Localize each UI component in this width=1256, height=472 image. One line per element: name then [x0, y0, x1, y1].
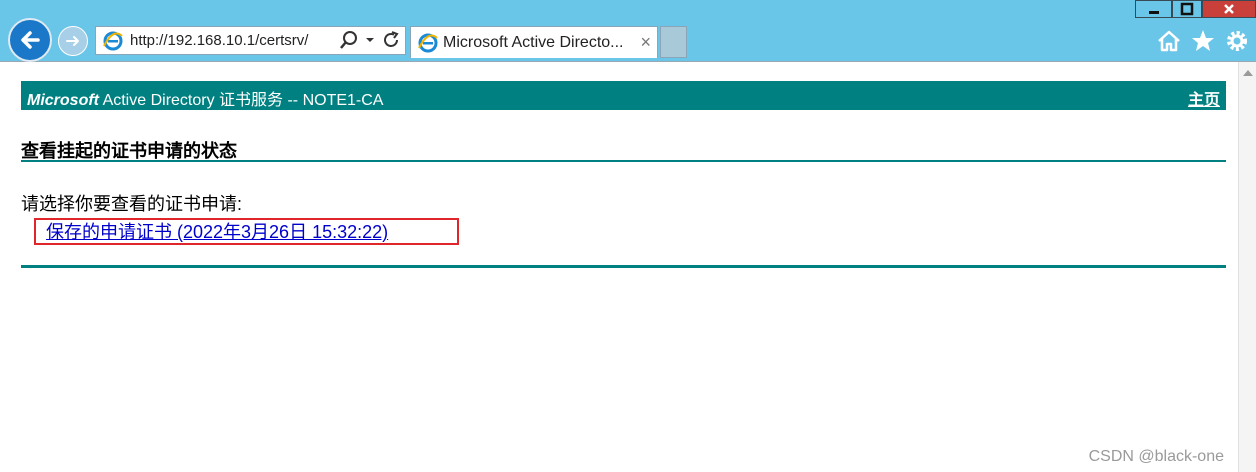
address-text[interactable]: http://192.168.10.1/certsrv/	[130, 32, 330, 49]
dropdown-icon[interactable]	[365, 30, 375, 50]
new-tab-button[interactable]	[660, 26, 687, 58]
tab-ie-logo-icon	[418, 33, 438, 53]
brand-name: Microsoft	[27, 92, 99, 109]
toolbar-actions	[1156, 28, 1250, 54]
search-icon[interactable]	[339, 30, 359, 50]
address-bar[interactable]: http://192.168.10.1/certsrv/	[95, 26, 406, 55]
highlight-annotation	[34, 218, 459, 245]
minimize-button[interactable]	[1135, 0, 1172, 18]
maximize-button[interactable]	[1172, 0, 1202, 18]
page-content: Microsoft Active Directory 证书服务 -- NOTE1…	[0, 62, 1238, 472]
vertical-scrollbar[interactable]	[1238, 62, 1256, 472]
window-controls	[1135, 0, 1256, 18]
refresh-icon[interactable]	[381, 30, 401, 50]
favorites-star-icon[interactable]	[1190, 28, 1216, 54]
header-title: Microsoft Active Directory 证书服务 -- NOTE1…	[27, 86, 383, 110]
arrow-right-icon	[66, 36, 79, 46]
selection-prompt: 请选择你要查看的证书申请:	[21, 194, 242, 214]
minimize-icon	[1148, 11, 1159, 14]
address-actions	[339, 30, 401, 50]
restore-icon	[1180, 2, 1194, 16]
home-link[interactable]: 主页	[1188, 86, 1220, 110]
title-divider	[21, 160, 1226, 162]
back-button[interactable]	[8, 18, 52, 62]
home-icon[interactable]	[1156, 28, 1182, 54]
tab-title: Microsoft Active Directo...	[443, 34, 624, 51]
ie-logo-icon	[103, 31, 123, 51]
close-button[interactable]	[1202, 0, 1256, 18]
tab-close-icon[interactable]: ×	[640, 32, 651, 53]
close-icon	[1224, 4, 1234, 14]
service-name: Active Directory 证书服务 -- NOTE1-CA	[99, 92, 384, 109]
watermark: CSDN @black-one	[1088, 448, 1224, 465]
tab-active[interactable]: Microsoft Active Directo... ×	[410, 26, 658, 58]
scroll-up-icon[interactable]	[1243, 70, 1253, 76]
settings-gear-icon[interactable]	[1224, 28, 1250, 54]
arrow-left-icon	[21, 31, 40, 49]
bottom-divider	[21, 265, 1226, 268]
page-header-bar: Microsoft Active Directory 证书服务 -- NOTE1…	[21, 81, 1226, 110]
forward-button[interactable]	[58, 26, 88, 56]
browser-toolbar: http://192.168.10.1/certsrv/ Microsoft A…	[0, 0, 1256, 62]
